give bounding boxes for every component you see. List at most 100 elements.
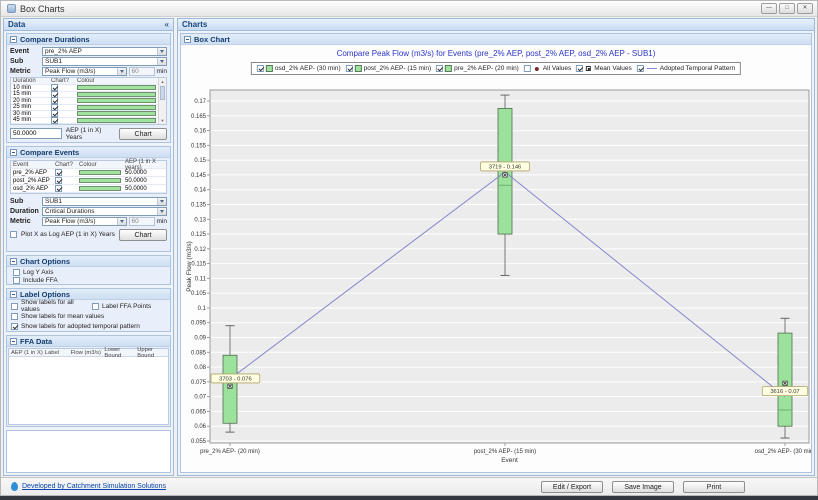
- legend-checkbox[interactable]: [523, 65, 531, 72]
- option-checkbox[interactable]: [11, 322, 18, 330]
- colour-swatch[interactable]: [79, 170, 121, 175]
- compare-durations-header[interactable]: Compare Durations: [7, 34, 170, 45]
- chevron-down-icon[interactable]: [157, 198, 166, 205]
- taskbar-strip: [0, 496, 818, 500]
- duration-select[interactable]: Critical Durations: [42, 207, 167, 216]
- sidebar-empty-area: [6, 430, 171, 473]
- legend-label: Adopted Temporal Pattern: [659, 65, 736, 72]
- metric-minutes-field[interactable]: 60: [128, 217, 155, 226]
- y-tick-label: 0.115: [191, 262, 206, 268]
- print-button[interactable]: Print: [683, 480, 745, 493]
- metric-select[interactable]: Peak Flow (m3/s): [42, 217, 127, 226]
- event-chart-checkbox[interactable]: [55, 169, 62, 176]
- colour-swatch[interactable]: [77, 117, 156, 123]
- chart-options-header[interactable]: Chart Options: [7, 256, 170, 267]
- event-label: pre_2% AEP: [13, 169, 48, 176]
- plot-x-log-checkbox[interactable]: [10, 231, 17, 238]
- sub-label: Sub: [10, 58, 24, 65]
- label-option: Show labels for adopted temporal pattern: [11, 322, 168, 330]
- option-checkbox[interactable]: [13, 269, 20, 276]
- box-chart-group: Box Chart 0.055 0.06 0.065 0.07 0.075 0.08 0.0…: [180, 33, 812, 473]
- data-panel-title: Data: [8, 20, 26, 29]
- event-chart-checkbox[interactable]: [55, 177, 62, 184]
- chevron-down-icon[interactable]: [116, 68, 126, 75]
- collapse-group-icon[interactable]: [10, 290, 17, 298]
- save-image-button[interactable]: Save Image: [612, 480, 674, 493]
- ffa-data-header[interactable]: FFA Data: [7, 336, 170, 347]
- chart-durations-button[interactable]: Chart: [119, 127, 167, 140]
- metric-label: Metric: [10, 218, 31, 225]
- colour-swatch[interactable]: [77, 91, 156, 97]
- chart-option: Include FFA: [13, 277, 166, 284]
- duration-label: 1 hour: [13, 124, 51, 125]
- sub-select[interactable]: SUB1: [42, 57, 167, 66]
- y-axis-title: Peak Flow (m3/s): [186, 241, 193, 292]
- chart-area: 0.055 0.06 0.065 0.07 0.075 0.08 0.085 0.09 0.09…: [181, 45, 811, 472]
- y-tick-label: 0.07: [194, 395, 206, 401]
- duration-label: 25 min: [13, 104, 32, 111]
- chevron-down-icon[interactable]: [157, 58, 166, 65]
- y-tick-label: 0.14: [194, 188, 206, 194]
- box-chart-canvas[interactable]: 0.055 0.06 0.065 0.07 0.075 0.08 0.085 0.09 0.09…: [181, 45, 811, 472]
- y-tick-label: 0.16: [194, 129, 206, 135]
- scroll-down-icon[interactable]: ▼: [160, 117, 165, 124]
- collapse-group-icon[interactable]: [10, 35, 17, 43]
- legend-checkbox[interactable]: [436, 65, 444, 72]
- metric-unit-label: min: [156, 218, 167, 225]
- option-checkbox[interactable]: [11, 302, 18, 310]
- event-row: osd_2% AEP 50.0000: [11, 185, 166, 193]
- aep-years-input[interactable]: 50.0000: [10, 128, 62, 139]
- y-tick-label: 0.155: [191, 143, 207, 149]
- chevron-down-icon[interactable]: [116, 218, 126, 225]
- legend-checkbox[interactable]: [345, 65, 353, 72]
- x-axis-title: Event: [501, 457, 518, 464]
- collapse-group-icon[interactable]: [184, 35, 191, 43]
- colour-swatch[interactable]: [77, 98, 156, 104]
- y-tick-label: 0.145: [191, 173, 207, 179]
- collapse-group-icon[interactable]: [10, 257, 17, 265]
- compare-events-header[interactable]: Compare Events: [7, 147, 170, 158]
- chevron-down-icon[interactable]: [157, 48, 166, 55]
- close-button[interactable]: ✕: [797, 3, 813, 14]
- colour-swatch[interactable]: [77, 111, 156, 117]
- maximize-button[interactable]: □: [779, 3, 795, 14]
- sub-select[interactable]: SUB1: [42, 197, 167, 206]
- collapse-panel-icon[interactable]: «: [165, 20, 169, 29]
- option-checkbox[interactable]: [11, 312, 18, 320]
- scrollbar-thumb[interactable]: [160, 86, 165, 100]
- colour-swatch[interactable]: [79, 178, 121, 183]
- legend-checkbox[interactable]: [576, 65, 584, 72]
- legend-item: osd_2% AEP- (30 min): [256, 65, 341, 72]
- colour-swatch[interactable]: [79, 186, 121, 191]
- chart-events-button[interactable]: Chart: [119, 228, 167, 241]
- collapse-group-icon[interactable]: [10, 148, 17, 156]
- scroll-up-icon[interactable]: ▲: [160, 78, 165, 85]
- colour-swatch[interactable]: [77, 124, 156, 125]
- box-chart-group-header[interactable]: Box Chart: [181, 34, 811, 45]
- legend-checkbox[interactable]: [256, 65, 264, 72]
- legend-checkbox[interactable]: [636, 65, 644, 72]
- collapse-group-icon[interactable]: [10, 337, 17, 345]
- y-tick-label: 0.105: [191, 291, 207, 297]
- legend-box-icon: [265, 65, 273, 72]
- event-row: post_2% AEP 50.0000: [11, 177, 166, 185]
- durations-scrollbar[interactable]: ▲ ▼: [158, 78, 166, 124]
- event-select[interactable]: pre_2% AEP: [42, 47, 167, 56]
- metric-select[interactable]: Peak Flow (m3/s): [42, 67, 127, 76]
- colour-swatch[interactable]: [77, 104, 156, 110]
- developer-link[interactable]: Developed by Catchment Simulation Soluti…: [22, 483, 166, 490]
- option-checkbox[interactable]: [92, 302, 99, 310]
- colour-swatch[interactable]: [77, 85, 156, 91]
- edit-export-button[interactable]: Edit / Export: [541, 480, 603, 493]
- duration-chart-checkbox[interactable]: [51, 123, 58, 124]
- legend-item: All Values: [523, 65, 571, 72]
- event-chart-checkbox[interactable]: [55, 185, 62, 192]
- ffa-table-header: AEP (1 in X) Label Flow (m3/s) Lower Bound U…: [8, 347, 169, 359]
- data-panel: Data « Compare Durations Event pre_2% AE…: [3, 18, 174, 476]
- chevron-down-icon[interactable]: [157, 208, 166, 215]
- option-label: Include FFA: [23, 277, 58, 284]
- minimize-button[interactable]: —: [761, 3, 777, 14]
- metric-minutes-field[interactable]: 60: [128, 67, 155, 76]
- option-checkbox[interactable]: [13, 277, 20, 284]
- metric-unit-label: min: [156, 68, 167, 75]
